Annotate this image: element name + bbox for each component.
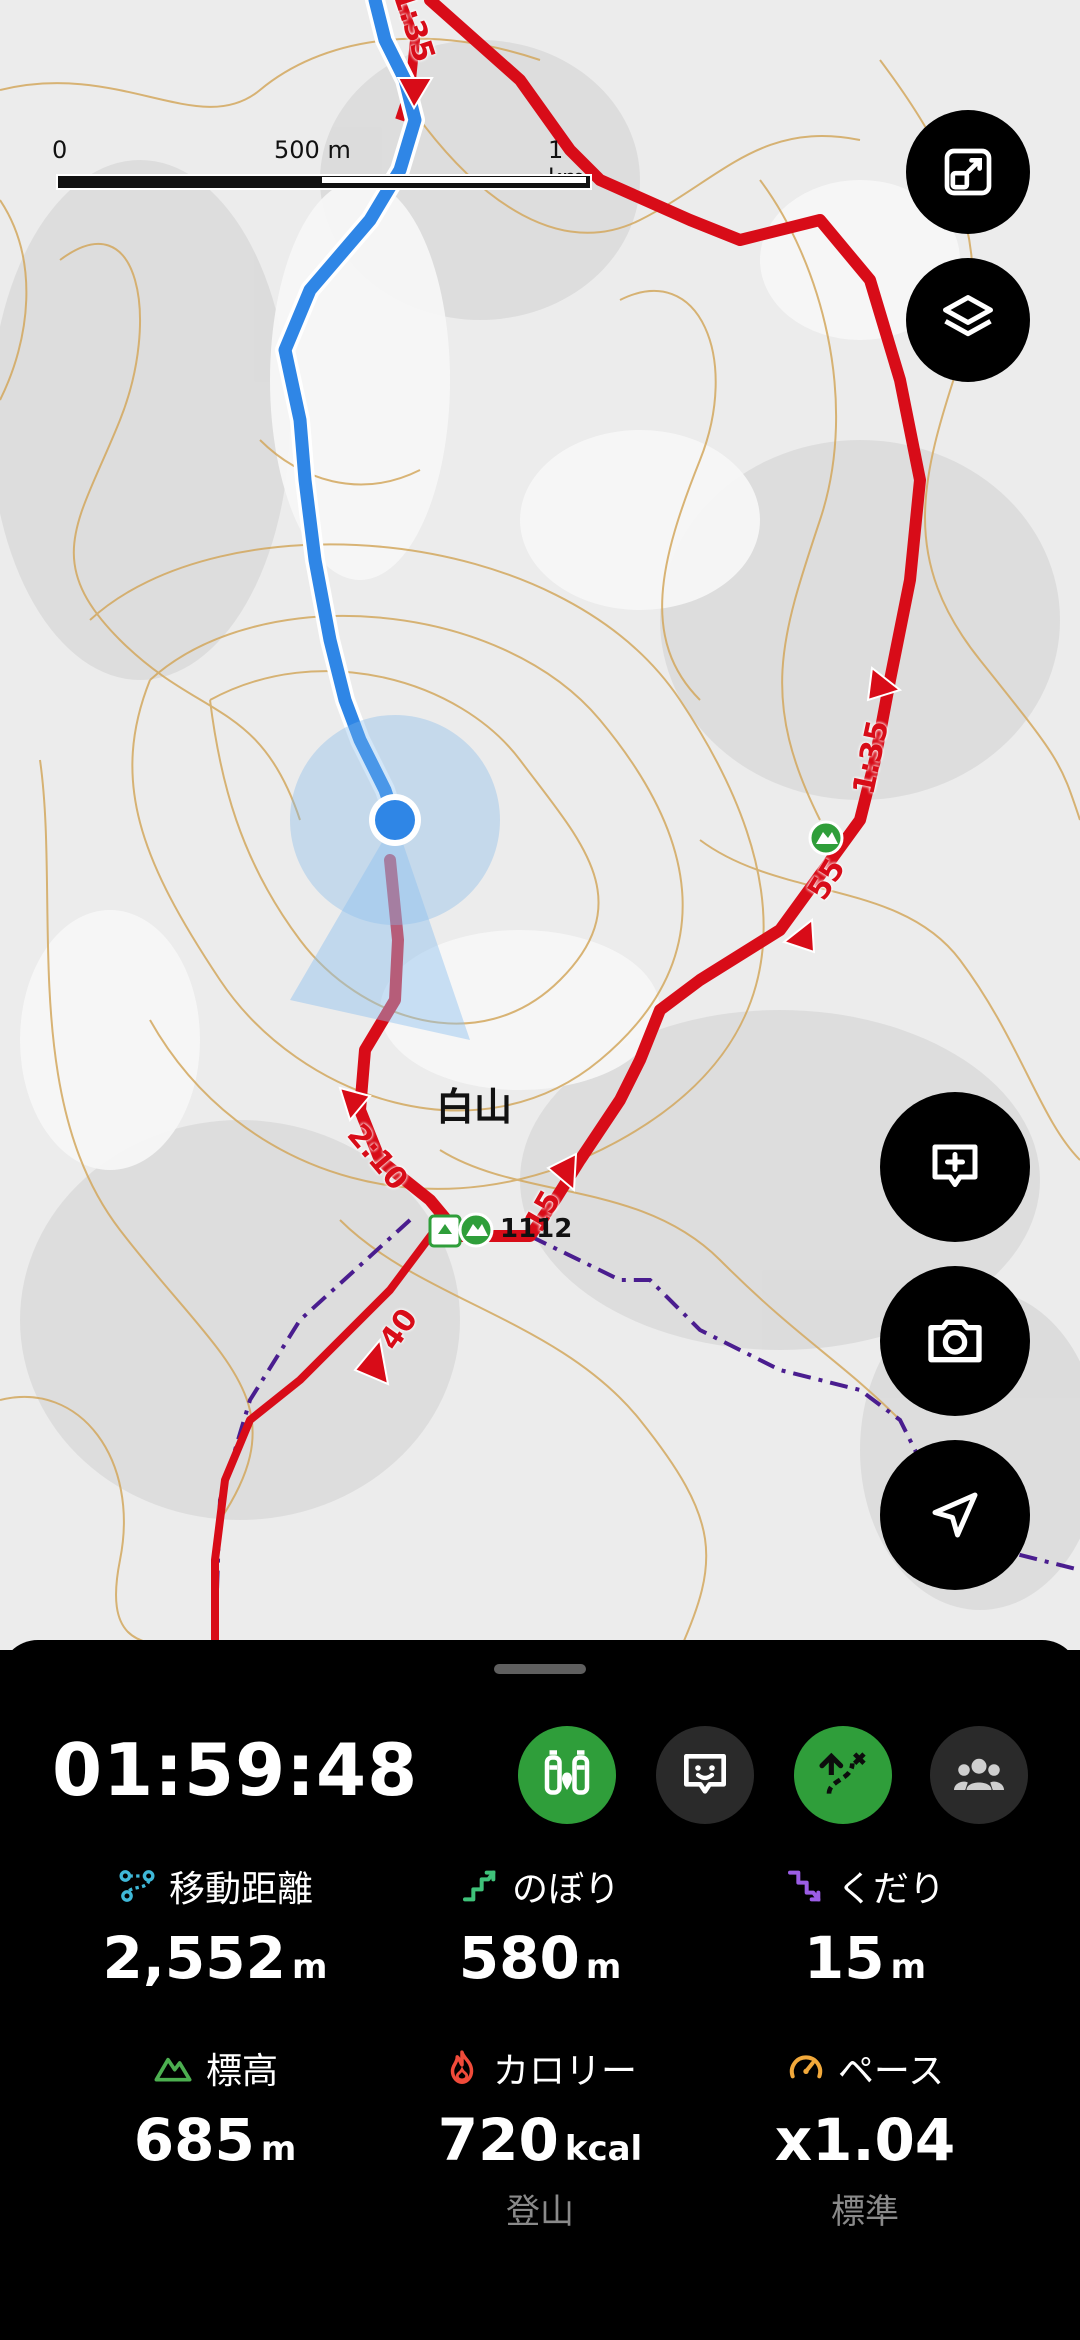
fit-route-button[interactable] bbox=[906, 110, 1030, 234]
current-location-button[interactable] bbox=[880, 1440, 1030, 1590]
stat-descent-value: 15 bbox=[803, 1924, 885, 1992]
layers-button[interactable] bbox=[906, 258, 1030, 382]
stat-calories: カロリー 720 kcal 登山 bbox=[375, 2044, 705, 2233]
route-guide-icon bbox=[819, 1752, 866, 1795]
stat-pace[interactable]: ペース x1.04 標準 bbox=[700, 2044, 1030, 2233]
camera-icon bbox=[928, 1319, 982, 1363]
stat-pace-label: ペース bbox=[837, 2051, 945, 2092]
ascent-icon bbox=[462, 1870, 496, 1902]
activity-panel: 01:59:48 移動距離 2,552 m のぼり 580 m くだり 15 m… bbox=[0, 1640, 1080, 2340]
descent-icon bbox=[787, 1870, 821, 1902]
stat-descent-label: くだり bbox=[836, 1869, 945, 1910]
mountain-icon bbox=[154, 2057, 192, 2082]
stat-distance-label: 移動距離 bbox=[168, 1869, 313, 1910]
stat-calories-activity: 登山 bbox=[506, 2192, 574, 2232]
flame-icon bbox=[450, 2050, 474, 2084]
route-distance-icon bbox=[119, 1870, 155, 1902]
elapsed-time: 01:59:48 bbox=[52, 1728, 419, 1812]
stat-descent: くだり 15 m bbox=[700, 1862, 1030, 1992]
summit-elevation-label: 1112 bbox=[500, 1214, 573, 1244]
navigation-arrow-icon bbox=[932, 1492, 978, 1538]
scale-half-marker bbox=[322, 177, 586, 183]
group-button[interactable] bbox=[930, 1726, 1028, 1824]
camera-button[interactable] bbox=[880, 1266, 1030, 1416]
chat-button[interactable] bbox=[656, 1726, 754, 1824]
stat-distance-unit: m bbox=[292, 1947, 328, 1987]
stat-ascent-unit: m bbox=[585, 1947, 622, 1987]
gear-checklist-icon bbox=[544, 1750, 590, 1795]
weather-gear-button[interactable] bbox=[518, 1726, 616, 1824]
stat-elevation-value: 685 bbox=[133, 2106, 255, 2174]
stat-elevation: 標高 685 m bbox=[50, 2044, 380, 2174]
stat-calories-value: 720 bbox=[437, 2106, 559, 2174]
map-view[interactable]: 0 500 m 1 km 1:35 1:35 55 2:10 15 40 白山 … bbox=[0, 0, 1080, 1650]
group-icon bbox=[954, 1758, 1004, 1790]
scale-mid-label: 500 m bbox=[274, 136, 351, 164]
stat-ascent-value: 580 bbox=[458, 1924, 580, 1992]
stat-ascent-label: のぼり bbox=[511, 1869, 620, 1910]
layers-icon bbox=[943, 295, 993, 337]
stat-calories-unit: kcal bbox=[564, 2129, 643, 2169]
add-memo-icon bbox=[932, 1144, 978, 1187]
scale-bar: 0 500 m 1 km bbox=[52, 136, 592, 192]
route-guide-button[interactable] bbox=[794, 1726, 892, 1824]
stat-elevation-unit: m bbox=[260, 2129, 297, 2169]
stat-ascent: のぼり 580 m bbox=[375, 1862, 705, 1992]
stat-pace-rating: 標準 bbox=[831, 2192, 899, 2232]
stat-descent-unit: m bbox=[890, 1947, 927, 1987]
stat-distance: 移動距離 2,552 m bbox=[50, 1862, 380, 1992]
speedometer-icon bbox=[789, 2055, 823, 2079]
summit-name-label: 白山 bbox=[436, 1085, 513, 1129]
fit-route-icon bbox=[944, 148, 992, 196]
stat-calories-label: カロリー bbox=[492, 2051, 637, 2092]
stat-distance-value: 2,552 bbox=[102, 1924, 287, 1992]
stat-elevation-label: 標高 bbox=[205, 2051, 278, 2092]
stat-pace-value: x1.04 bbox=[774, 2106, 956, 2174]
scale-zero-label: 0 bbox=[52, 136, 68, 164]
add-memo-button[interactable] bbox=[880, 1092, 1030, 1242]
chat-face-icon bbox=[684, 1754, 726, 1794]
panel-drag-handle[interactable] bbox=[494, 1664, 586, 1674]
